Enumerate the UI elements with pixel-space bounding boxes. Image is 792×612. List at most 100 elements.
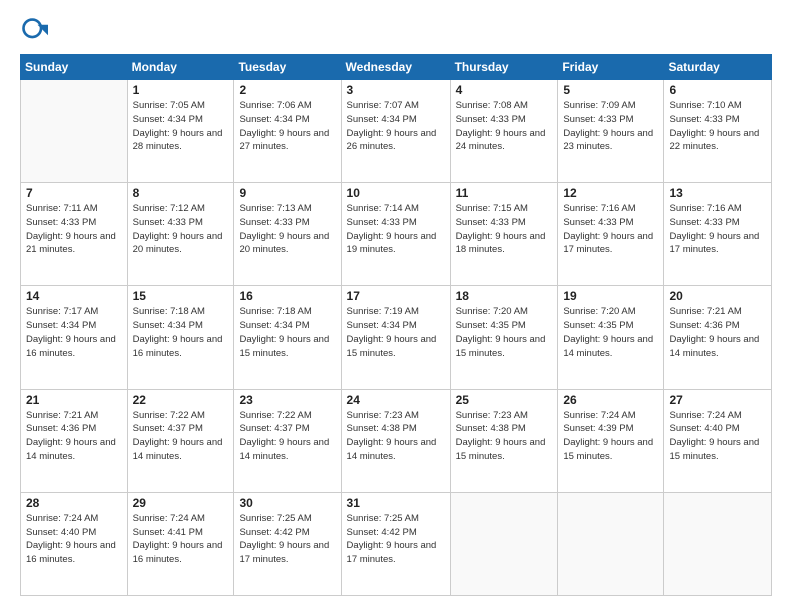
day-info: Sunrise: 7:22 AMSunset: 4:37 PMDaylight:… bbox=[239, 409, 335, 464]
day-number: 29 bbox=[133, 496, 229, 510]
day-number: 14 bbox=[26, 289, 122, 303]
day-info: Sunrise: 7:21 AMSunset: 4:36 PMDaylight:… bbox=[26, 409, 122, 464]
day-cell: 10 Sunrise: 7:14 AMSunset: 4:33 PMDayligh… bbox=[341, 183, 450, 286]
day-cell: 26Sunrise: 7:24 AMSunset: 4:39 PMDayligh… bbox=[558, 389, 664, 492]
logo bbox=[20, 16, 52, 44]
page: SundayMondayTuesdayWednesdayThursdayFrid… bbox=[0, 0, 792, 612]
day-cell: 13 Sunrise: 7:16 AMSunset: 4:33 PMDayligh… bbox=[664, 183, 772, 286]
day-number: 7 bbox=[26, 186, 122, 200]
day-cell: 14 Sunrise: 7:17 AMSunset: 4:34 PMDayligh… bbox=[21, 286, 128, 389]
day-info: Sunrise: 7:16 AMSunset: 4:33 PMDaylight:… bbox=[669, 202, 766, 257]
day-number: 16 bbox=[239, 289, 335, 303]
day-info: Sunrise: 7:12 AMSunset: 4:33 PMDaylight:… bbox=[133, 202, 229, 257]
calendar-table: SundayMondayTuesdayWednesdayThursdayFrid… bbox=[20, 54, 772, 596]
day-cell: 4Sunrise: 7:08 AMSunset: 4:33 PMDaylight… bbox=[450, 80, 558, 183]
day-info: Sunrise: 7:06 AMSunset: 4:34 PMDaylight:… bbox=[239, 99, 335, 154]
day-number: 17 bbox=[347, 289, 445, 303]
day-cell bbox=[450, 492, 558, 595]
day-cell: 16 Sunrise: 7:18 AMSunset: 4:34 PMDayligh… bbox=[234, 286, 341, 389]
day-cell: 29 Sunrise: 7:24 AMSunset: 4:41 PMDayligh… bbox=[127, 492, 234, 595]
day-number: 3 bbox=[347, 83, 445, 97]
day-number: 30 bbox=[239, 496, 335, 510]
day-number: 27 bbox=[669, 393, 766, 407]
week-row-3: 21Sunrise: 7:21 AMSunset: 4:36 PMDayligh… bbox=[21, 389, 772, 492]
day-number: 12 bbox=[563, 186, 658, 200]
day-cell: 7Sunrise: 7:11 AMSunset: 4:33 PMDaylight… bbox=[21, 183, 128, 286]
day-number: 20 bbox=[669, 289, 766, 303]
day-number: 8 bbox=[133, 186, 229, 200]
day-cell: 11 Sunrise: 7:15 AMSunset: 4:33 PMDayligh… bbox=[450, 183, 558, 286]
day-info: Sunrise: 7:20 AMSunset: 4:35 PMDaylight:… bbox=[563, 305, 658, 360]
day-cell: 31 Sunrise: 7:25 AMSunset: 4:42 PMDayligh… bbox=[341, 492, 450, 595]
day-cell: 12 Sunrise: 7:16 AMSunset: 4:33 PMDayligh… bbox=[558, 183, 664, 286]
week-row-0: 1 Sunrise: 7:05 AMSunset: 4:34 PMDaylight… bbox=[21, 80, 772, 183]
day-cell: 2 Sunrise: 7:06 AMSunset: 4:34 PMDaylight… bbox=[234, 80, 341, 183]
day-info: Sunrise: 7:13 AMSunset: 4:33 PMDaylight:… bbox=[239, 202, 335, 257]
day-cell: 6Sunrise: 7:10 AMSunset: 4:33 PMDaylight… bbox=[664, 80, 772, 183]
day-number: 2 bbox=[239, 83, 335, 97]
day-cell: 30 Sunrise: 7:25 AMSunset: 4:42 PMDayligh… bbox=[234, 492, 341, 595]
day-number: 19 bbox=[563, 289, 658, 303]
day-cell: 28 Sunrise: 7:24 AMSunset: 4:40 PMDayligh… bbox=[21, 492, 128, 595]
weekday-header-row: SundayMondayTuesdayWednesdayThursdayFrid… bbox=[21, 55, 772, 80]
day-number: 5 bbox=[563, 83, 658, 97]
day-info: Sunrise: 7:21 AMSunset: 4:36 PMDaylight:… bbox=[669, 305, 766, 360]
day-number: 9 bbox=[239, 186, 335, 200]
day-cell: 17Sunrise: 7:19 AMSunset: 4:34 PMDayligh… bbox=[341, 286, 450, 389]
weekday-header-monday: Monday bbox=[127, 55, 234, 80]
day-cell: 8 Sunrise: 7:12 AMSunset: 4:33 PMDaylight… bbox=[127, 183, 234, 286]
day-info: Sunrise: 7:24 AMSunset: 4:40 PMDaylight:… bbox=[26, 512, 122, 567]
day-number: 4 bbox=[456, 83, 553, 97]
day-info: Sunrise: 7:14 AMSunset: 4:33 PMDaylight:… bbox=[347, 202, 445, 257]
week-row-2: 14 Sunrise: 7:17 AMSunset: 4:34 PMDayligh… bbox=[21, 286, 772, 389]
day-info: Sunrise: 7:25 AMSunset: 4:42 PMDaylight:… bbox=[239, 512, 335, 567]
day-info: Sunrise: 7:25 AMSunset: 4:42 PMDaylight:… bbox=[347, 512, 445, 567]
day-cell: 22 Sunrise: 7:22 AMSunset: 4:37 PMDayligh… bbox=[127, 389, 234, 492]
day-cell: 1 Sunrise: 7:05 AMSunset: 4:34 PMDaylight… bbox=[127, 80, 234, 183]
day-info: Sunrise: 7:18 AMSunset: 4:34 PMDaylight:… bbox=[239, 305, 335, 360]
day-cell bbox=[21, 80, 128, 183]
day-number: 11 bbox=[456, 186, 553, 200]
day-info: Sunrise: 7:24 AMSunset: 4:41 PMDaylight:… bbox=[133, 512, 229, 567]
day-cell: 21Sunrise: 7:21 AMSunset: 4:36 PMDayligh… bbox=[21, 389, 128, 492]
day-info: Sunrise: 7:05 AMSunset: 4:34 PMDaylight:… bbox=[133, 99, 229, 154]
header bbox=[20, 16, 772, 44]
day-cell: 9 Sunrise: 7:13 AMSunset: 4:33 PMDaylight… bbox=[234, 183, 341, 286]
day-info: Sunrise: 7:07 AMSunset: 4:34 PMDaylight:… bbox=[347, 99, 445, 154]
day-cell: 3 Sunrise: 7:07 AMSunset: 4:34 PMDaylight… bbox=[341, 80, 450, 183]
day-info: Sunrise: 7:18 AMSunset: 4:34 PMDaylight:… bbox=[133, 305, 229, 360]
weekday-header-sunday: Sunday bbox=[21, 55, 128, 80]
day-number: 10 bbox=[347, 186, 445, 200]
day-cell bbox=[664, 492, 772, 595]
day-cell: 24 Sunrise: 7:23 AMSunset: 4:38 PMDayligh… bbox=[341, 389, 450, 492]
day-info: Sunrise: 7:09 AMSunset: 4:33 PMDaylight:… bbox=[563, 99, 658, 154]
day-info: Sunrise: 7:16 AMSunset: 4:33 PMDaylight:… bbox=[563, 202, 658, 257]
day-cell: 20 Sunrise: 7:21 AMSunset: 4:36 PMDayligh… bbox=[664, 286, 772, 389]
day-cell bbox=[558, 492, 664, 595]
day-cell: 18Sunrise: 7:20 AMSunset: 4:35 PMDayligh… bbox=[450, 286, 558, 389]
weekday-header-saturday: Saturday bbox=[664, 55, 772, 80]
day-cell: 23 Sunrise: 7:22 AMSunset: 4:37 PMDayligh… bbox=[234, 389, 341, 492]
day-number: 22 bbox=[133, 393, 229, 407]
day-info: Sunrise: 7:15 AMSunset: 4:33 PMDaylight:… bbox=[456, 202, 553, 257]
day-info: Sunrise: 7:24 AMSunset: 4:40 PMDaylight:… bbox=[669, 409, 766, 464]
day-number: 24 bbox=[347, 393, 445, 407]
weekday-header-friday: Friday bbox=[558, 55, 664, 80]
day-number: 15 bbox=[133, 289, 229, 303]
day-number: 1 bbox=[133, 83, 229, 97]
day-number: 13 bbox=[669, 186, 766, 200]
day-number: 28 bbox=[26, 496, 122, 510]
day-number: 23 bbox=[239, 393, 335, 407]
day-number: 31 bbox=[347, 496, 445, 510]
day-number: 18 bbox=[456, 289, 553, 303]
week-row-4: 28 Sunrise: 7:24 AMSunset: 4:40 PMDayligh… bbox=[21, 492, 772, 595]
day-info: Sunrise: 7:22 AMSunset: 4:37 PMDaylight:… bbox=[133, 409, 229, 464]
day-info: Sunrise: 7:23 AMSunset: 4:38 PMDaylight:… bbox=[347, 409, 445, 464]
logo-icon bbox=[20, 16, 48, 44]
day-info: Sunrise: 7:23 AMSunset: 4:38 PMDaylight:… bbox=[456, 409, 553, 464]
day-cell: 5 Sunrise: 7:09 AMSunset: 4:33 PMDaylight… bbox=[558, 80, 664, 183]
day-info: Sunrise: 7:10 AMSunset: 4:33 PMDaylight:… bbox=[669, 99, 766, 154]
day-cell: 25Sunrise: 7:23 AMSunset: 4:38 PMDayligh… bbox=[450, 389, 558, 492]
day-info: Sunrise: 7:24 AMSunset: 4:39 PMDaylight:… bbox=[563, 409, 658, 464]
day-info: Sunrise: 7:17 AMSunset: 4:34 PMDaylight:… bbox=[26, 305, 122, 360]
